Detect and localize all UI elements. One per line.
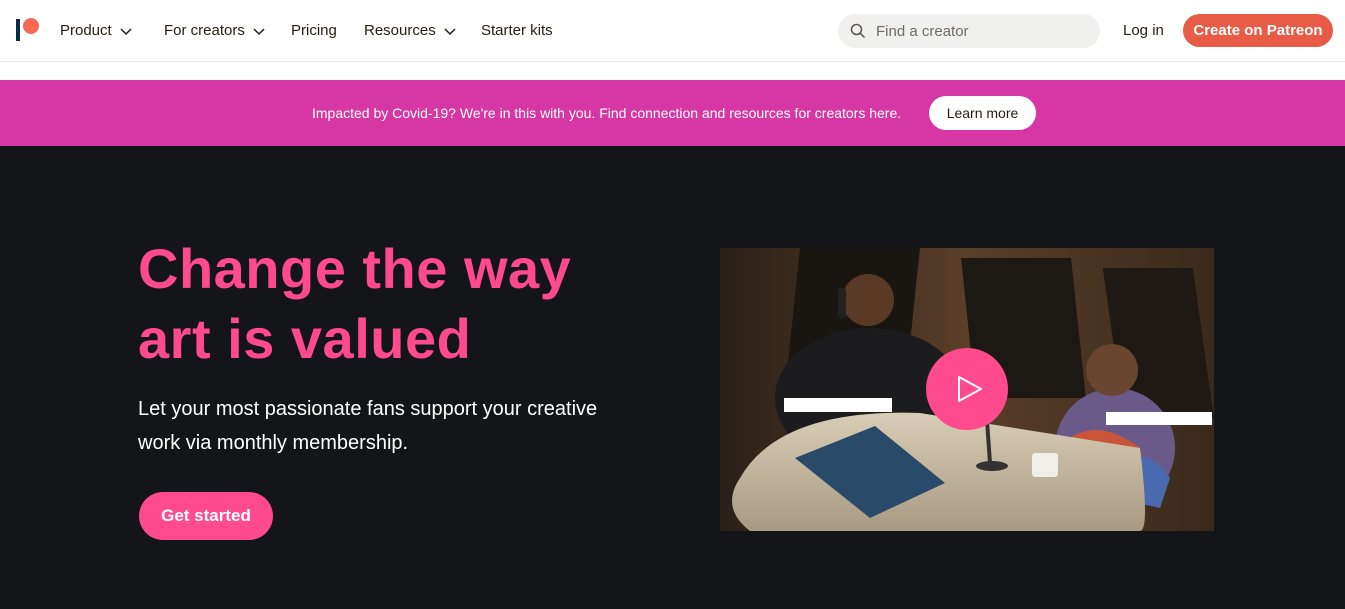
covid-banner: Impacted by Covid-19? We're in this with… [0,80,1345,146]
chevron-down-icon [253,25,265,37]
nav-item-product[interactable]: Product [60,20,132,42]
chevron-down-icon [444,25,456,37]
search-input[interactable] [876,22,1076,40]
logo-bar [16,19,20,41]
hero-headline: Change the way art is valued [138,234,698,374]
headline-line: art is valued [138,307,472,370]
nav-item-label: Pricing [291,22,337,39]
nav-item-label: Resources [364,22,436,39]
top-navigation: Product For creators Pricing Resources S… [0,0,1345,62]
logo-dot [23,18,39,34]
nav-item-starter-kits[interactable]: Starter kits [481,20,553,42]
caption-bar [1106,412,1212,425]
headline-line: Change the way [138,237,572,300]
hero-subtext: Let your most passionate fans support yo… [138,398,598,454]
video-player[interactable] [720,248,1214,531]
chevron-down-icon [120,25,132,37]
nav-item-pricing[interactable]: Pricing [291,20,337,42]
search-icon [850,23,866,39]
play-icon [958,376,982,402]
play-button[interactable] [926,348,1008,430]
banner-text: Impacted by Covid-19? We're in this with… [312,105,902,121]
create-on-patreon-button[interactable]: Create on Patreon [1183,14,1333,47]
hero-section: Change the way art is valued Let your mo… [0,146,1345,609]
get-started-button[interactable]: Get started [139,492,273,540]
nav-item-resources[interactable]: Resources [364,20,456,42]
nav-item-label: Product [60,22,112,39]
search-bar[interactable] [838,14,1100,48]
nav-item-label: For creators [164,22,245,39]
patreon-logo[interactable] [16,18,40,42]
login-link[interactable]: Log in [1123,20,1164,42]
learn-more-button[interactable]: Learn more [929,96,1036,130]
nav-item-label: Starter kits [481,22,553,39]
nav-item-for-creators[interactable]: For creators [164,20,265,42]
caption-bar [784,398,892,412]
